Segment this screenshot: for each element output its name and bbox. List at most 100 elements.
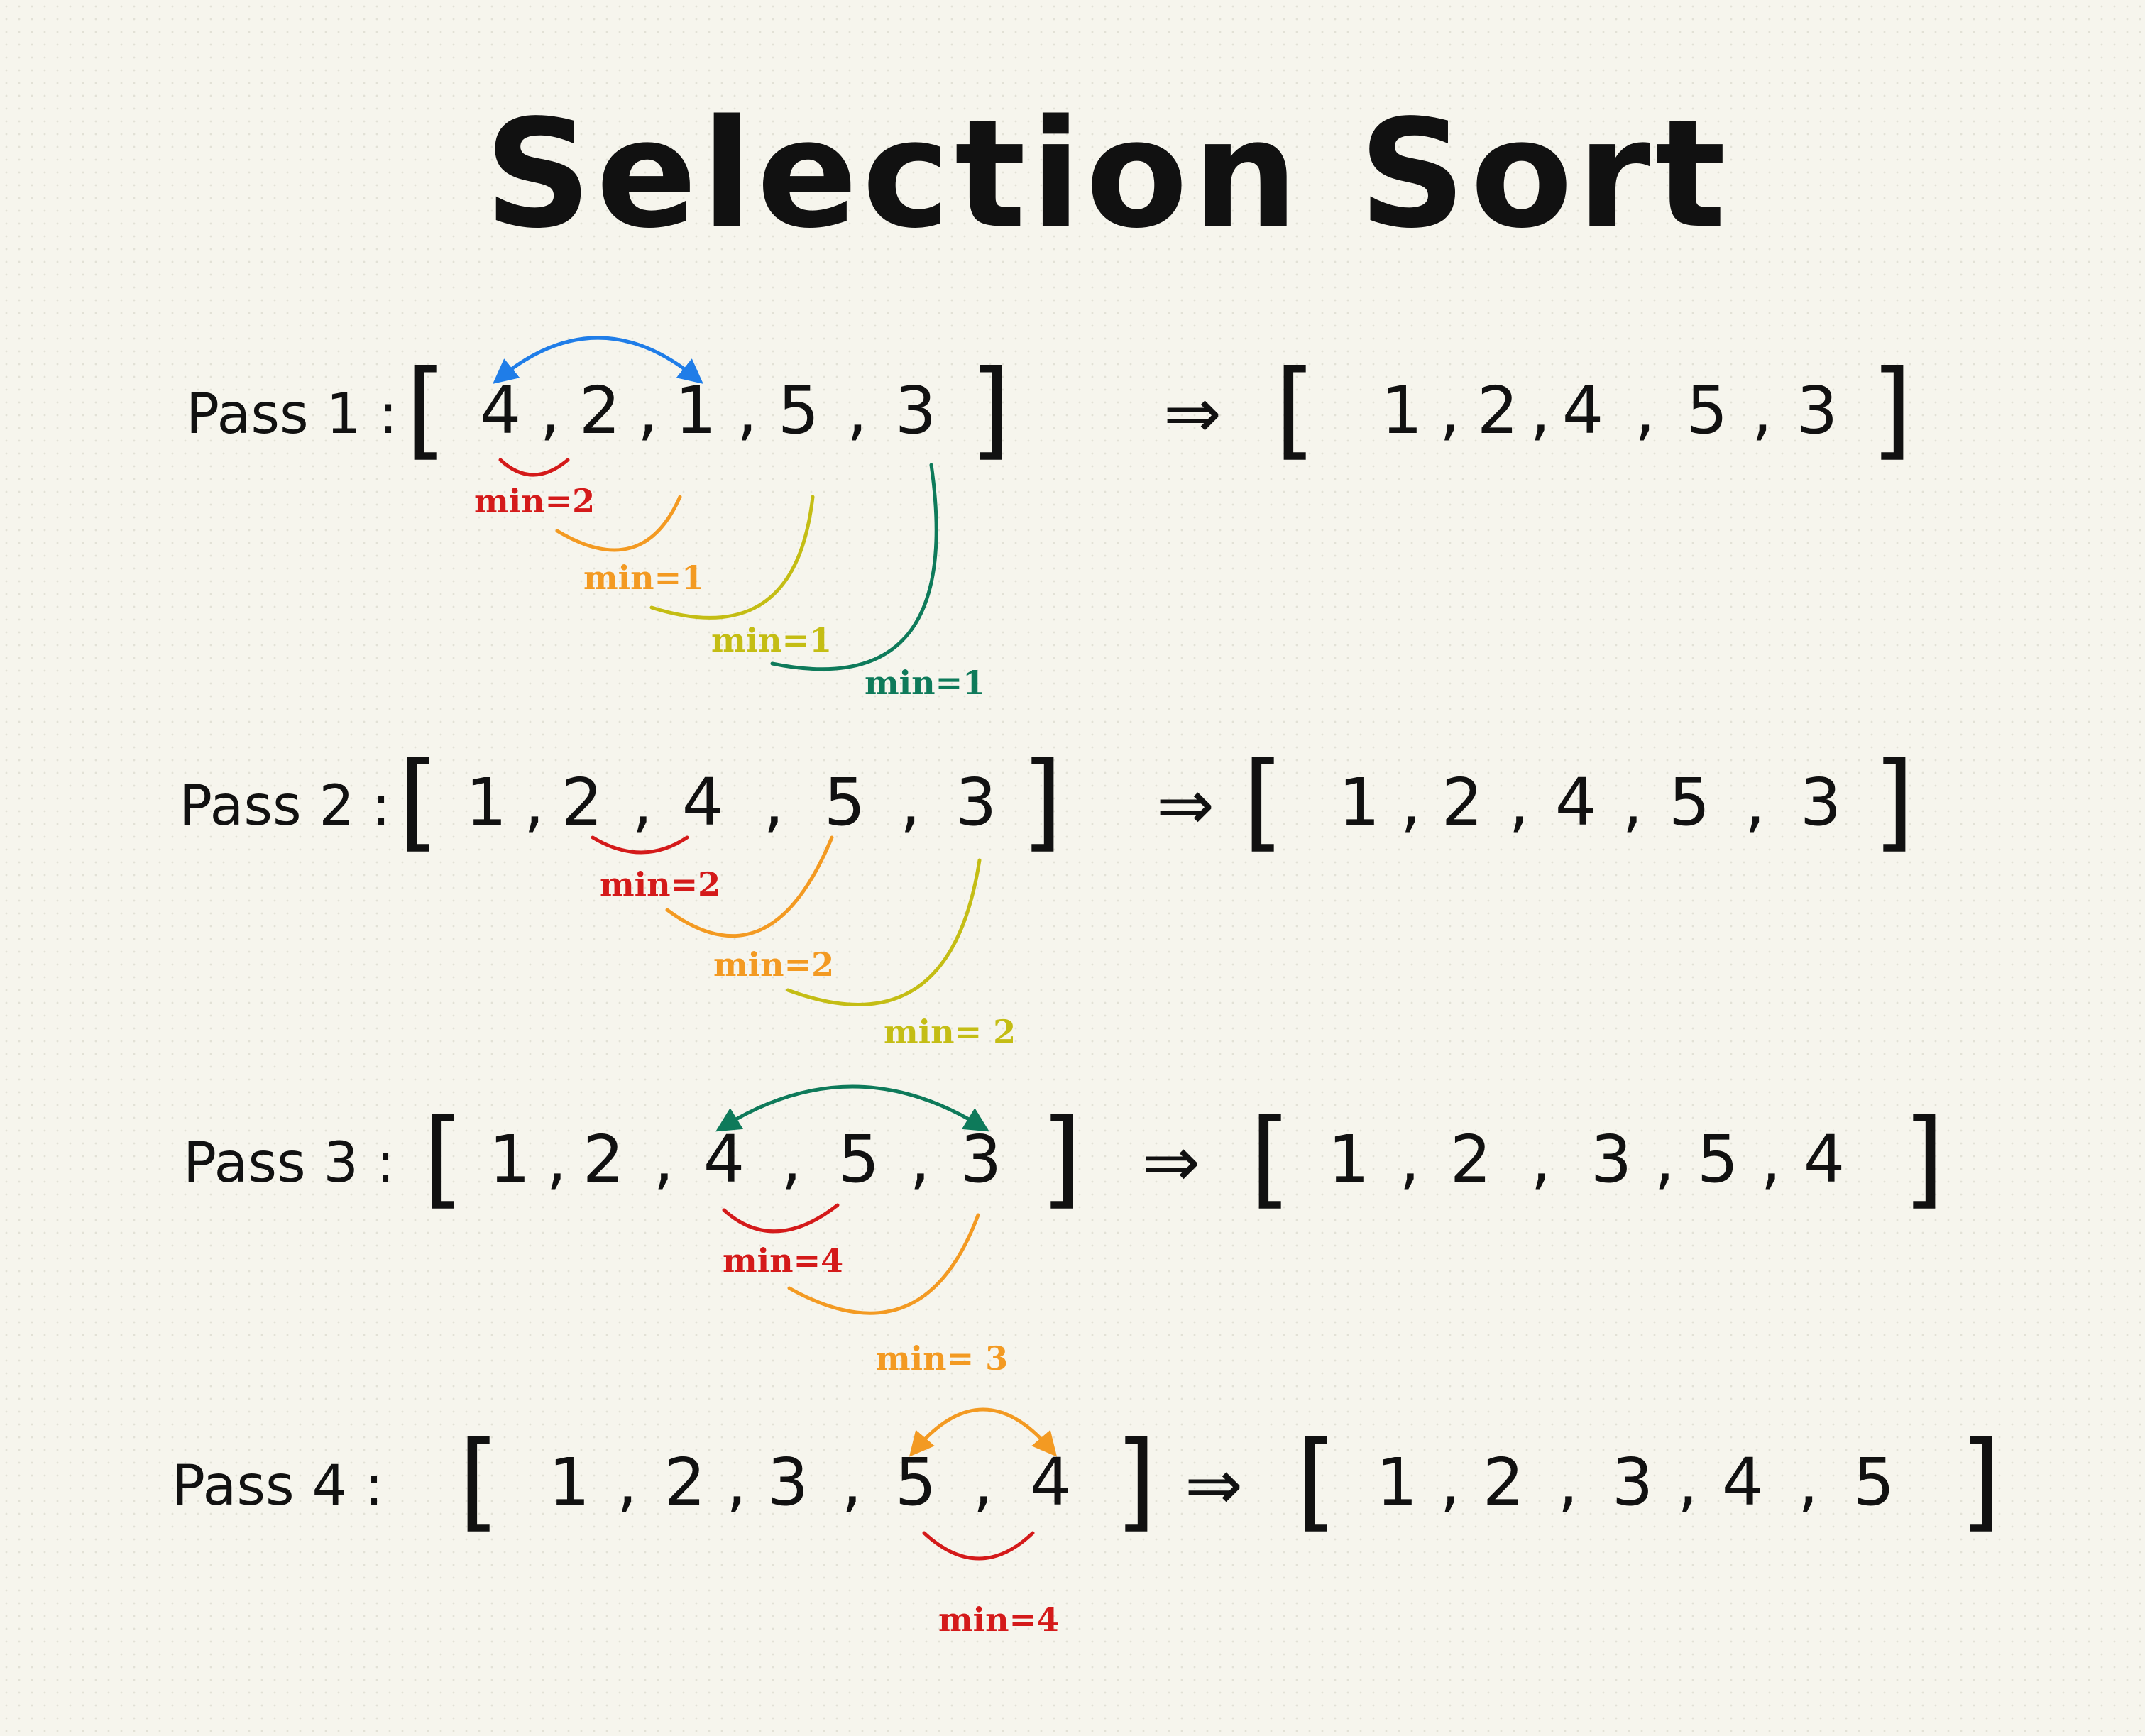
array-element: 2 — [1483, 1444, 1525, 1520]
comma: , — [726, 1444, 747, 1520]
close-bracket: ] — [1960, 1419, 2002, 1543]
array-element: 5 — [1853, 1444, 1895, 1520]
comma: , — [1439, 373, 1460, 449]
comma: , — [1752, 373, 1772, 449]
array-element: 3 — [1800, 764, 1842, 840]
comma: , — [1654, 1121, 1674, 1197]
output-array: [1, 2, 3, 4, 5] — [1296, 1419, 2002, 1543]
comparison-curve — [922, 1531, 1035, 1561]
input-array: [1, 2, 4, 5, 3] — [423, 1097, 1082, 1220]
transform-arrow: ⇒ — [1156, 765, 1214, 846]
array-element: 4 — [703, 1121, 745, 1197]
comma: , — [737, 373, 757, 449]
comma: , — [1530, 373, 1550, 449]
array-element: 2 — [1450, 1121, 1492, 1197]
array-element: 4 — [480, 373, 522, 449]
array-element: 5 — [778, 373, 820, 449]
comma: , — [1557, 1444, 1578, 1520]
array-element: 1 — [1339, 764, 1381, 840]
comma: , — [1622, 764, 1642, 840]
array-element: 5 — [895, 1444, 937, 1520]
min-label: min=2 — [474, 482, 595, 520]
close-bracket: ] — [1115, 1419, 1157, 1543]
array-element: 5 — [1697, 1121, 1739, 1197]
comma: , — [1400, 764, 1421, 840]
pass-row: Pass 1 :[4, 2, 1, 5, 3] ⇒[1, 2, 4, 5, 3]min=2min=… — [186, 336, 1913, 702]
output-array: [1, 2, 4, 5, 3] — [1275, 348, 1913, 471]
min-label: min= 3 — [876, 1339, 1008, 1378]
array-element: 4 — [1804, 1121, 1845, 1197]
array-element: 2 — [1442, 764, 1483, 840]
open-bracket: [ — [398, 740, 440, 863]
open-bracket: [ — [1275, 348, 1317, 471]
array-element: 2 — [579, 373, 621, 449]
pass-label: Pass 2 : — [179, 774, 390, 838]
pass-row: Pass 2 :[1, 2, 4, 5, 3] ⇒[1, 2, 4, 5, 3]min=2min=… — [179, 740, 1914, 1051]
swap-arrow — [493, 336, 703, 384]
whiteboard-canvas: Selection Sort Pass 1 :[4, 2, 1, 5, 3] ⇒[1, 2,… — [0, 0, 2145, 1736]
pass-row: Pass 3 :[1, 2, 4, 5, 3] ⇒[1, 2, 3, 5, 4]min=4min=… — [183, 1084, 1944, 1378]
page-title: Selection Sort — [484, 87, 1730, 261]
array-element: 2 — [583, 1121, 625, 1197]
min-label: min=4 — [723, 1241, 843, 1280]
comma: , — [632, 764, 652, 840]
array-element: 3 — [895, 373, 937, 449]
open-bracket: [ — [423, 1097, 465, 1220]
comma: , — [972, 1444, 993, 1520]
comma: , — [1508, 764, 1529, 840]
comma: , — [1635, 373, 1655, 449]
comma: , — [653, 1121, 674, 1197]
close-bracket: ] — [1041, 1097, 1082, 1220]
array-element: 4 — [1562, 373, 1604, 449]
comma: , — [841, 1444, 862, 1520]
open-bracket: [ — [459, 1419, 500, 1543]
comma: , — [546, 1121, 566, 1197]
array-element: 1 — [1328, 1121, 1370, 1197]
swap-arrow — [909, 1407, 1058, 1457]
comparison-curve — [649, 495, 815, 620]
input-array: [1, 2, 3, 5, 4] — [459, 1419, 1157, 1543]
min-label: min=2 — [713, 945, 834, 984]
input-array: [1, 2, 4, 5, 3] — [398, 740, 1063, 863]
comma: , — [1530, 1121, 1551, 1197]
comma: , — [781, 1121, 801, 1197]
array-element: 3 — [1612, 1444, 1654, 1520]
comma: , — [637, 373, 658, 449]
close-bracket: ] — [1021, 740, 1063, 863]
pass-label: Pass 4 : — [172, 1454, 383, 1518]
transform-arrow: ⇒ — [1163, 373, 1222, 454]
min-label: min= 2 — [884, 1013, 1016, 1051]
array-element: 1 — [1381, 373, 1423, 449]
input-array: [4, 2, 1, 5, 3] — [405, 348, 1011, 471]
array-element: 2 — [1477, 373, 1519, 449]
output-array: [1, 2, 4, 5, 3] — [1243, 740, 1915, 863]
min-label: min=1 — [711, 621, 832, 659]
min-label: min=2 — [600, 865, 720, 903]
array-element: 1 — [549, 1444, 591, 1520]
array-element: 5 — [1686, 373, 1728, 449]
swap-arrow — [715, 1084, 989, 1132]
array-element: 5 — [838, 1121, 880, 1197]
comma: , — [524, 764, 544, 840]
comparison-curve — [722, 1203, 840, 1234]
array-element: 3 — [955, 764, 997, 840]
comma: , — [847, 373, 867, 449]
array-element: 4 — [682, 764, 724, 840]
array-element: 3 — [960, 1121, 1002, 1197]
comma: , — [1399, 1121, 1420, 1197]
open-bracket: [ — [1250, 1097, 1292, 1220]
array-element: 3 — [1796, 373, 1838, 449]
comma: , — [900, 764, 921, 840]
min-label: min=1 — [583, 559, 704, 597]
array-element: 3 — [1591, 1121, 1633, 1197]
comma: , — [1439, 1444, 1460, 1520]
array-element: 1 — [675, 373, 717, 449]
open-bracket: [ — [1296, 1419, 1338, 1543]
pass-label: Pass 1 : — [186, 383, 397, 446]
min-label: min=1 — [865, 664, 985, 702]
open-bracket: [ — [405, 348, 447, 471]
comma: , — [763, 764, 784, 840]
pass-label: Pass 3 : — [183, 1131, 395, 1195]
diagram-svg: Selection Sort Pass 1 :[4, 2, 1, 5, 3] ⇒[1, 2,… — [172, 87, 2002, 1639]
array-element: 2 — [561, 764, 603, 840]
